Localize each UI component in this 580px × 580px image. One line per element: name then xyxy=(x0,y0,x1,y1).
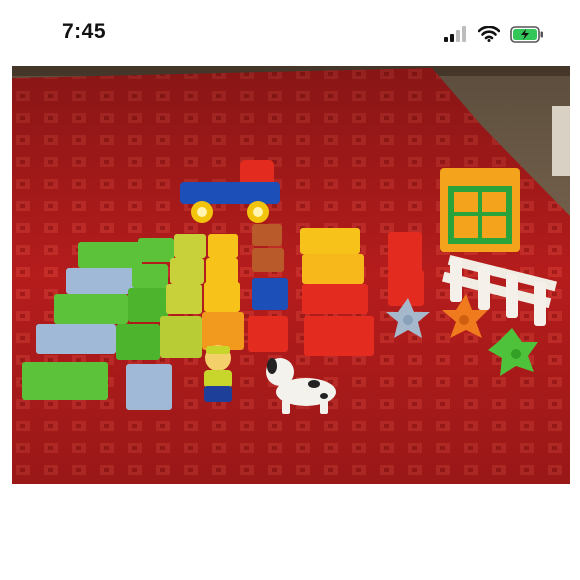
window-block xyxy=(440,168,520,252)
wifi-icon xyxy=(478,26,500,42)
toy-blocks-photo xyxy=(12,66,570,484)
clock-time: 7:45 xyxy=(62,20,107,43)
status-bar: 7:45 xyxy=(0,0,580,66)
bottom-blank-area xyxy=(0,484,580,580)
status-icons xyxy=(444,24,544,44)
product-photo xyxy=(12,66,570,484)
battery-charging-icon xyxy=(510,25,543,43)
toy-figure xyxy=(204,345,232,402)
cellular-signal-icon xyxy=(444,26,466,42)
